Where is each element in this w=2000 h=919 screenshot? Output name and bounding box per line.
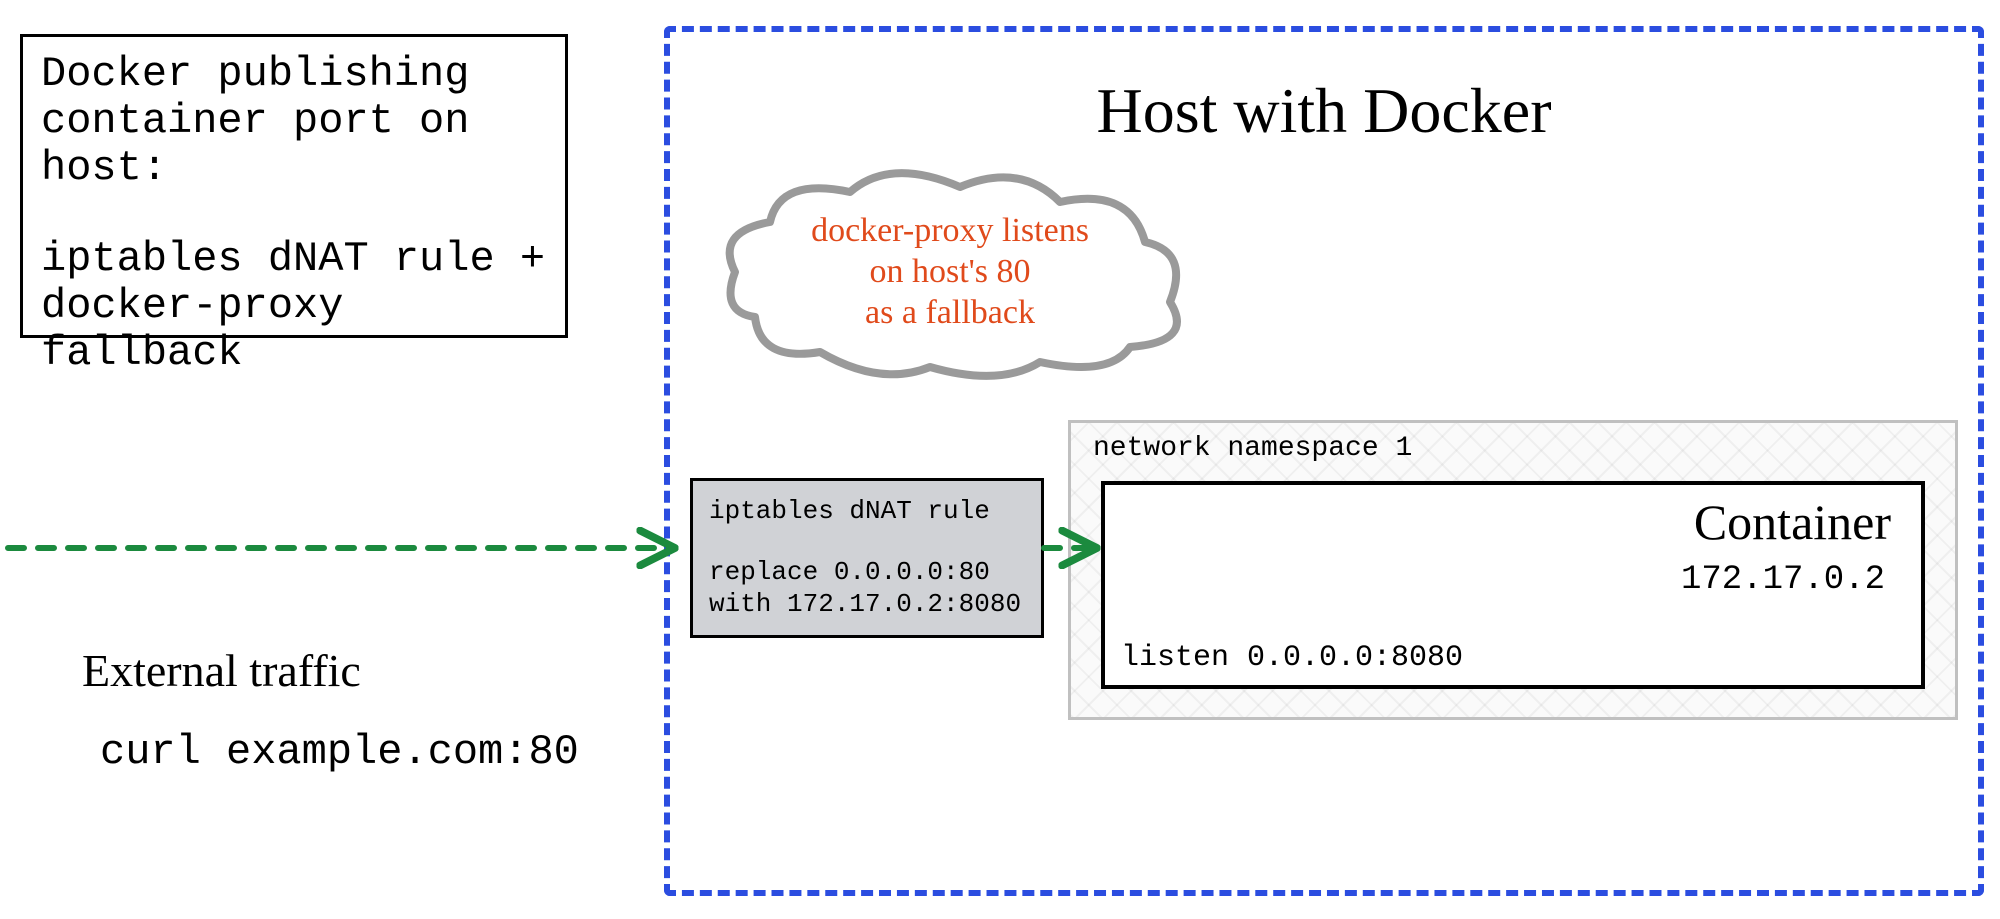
cloud-line-3: as a fallback xyxy=(811,292,1089,333)
container-listen: listen 0.0.0.0:8080 xyxy=(1121,641,1463,675)
title-line-1: Docker publishing xyxy=(41,51,547,98)
iptables-with: with 172.17.0.2:8080 xyxy=(709,588,1025,621)
title-line-3: host: xyxy=(41,145,547,192)
external-traffic-label: External traffic xyxy=(82,644,361,697)
container-box: Container 172.17.0.2 listen 0.0.0.0:8080 xyxy=(1101,481,1925,689)
iptables-box: iptables dNAT rule replace 0.0.0.0:80 wi… xyxy=(690,478,1044,638)
external-traffic-command: curl example.com:80 xyxy=(100,728,579,776)
iptables-heading: iptables dNAT rule xyxy=(709,495,1025,528)
cloud-line-2: on host's 80 xyxy=(811,252,1089,293)
cloud-text: docker-proxy listens on host's 80 as a f… xyxy=(811,211,1089,333)
iptables-replace: replace 0.0.0.0:80 xyxy=(709,556,1025,589)
container-ip: 172.17.0.2 xyxy=(1681,561,1885,599)
namespace-label: network namespace 1 xyxy=(1093,433,1412,464)
cloud-callout: docker-proxy listens on host's 80 as a f… xyxy=(700,162,1200,382)
host-box: Host with Docker docker-proxy listens on… xyxy=(664,26,1984,896)
title-line-2: container port on xyxy=(41,98,547,145)
container-title: Container xyxy=(1694,493,1891,551)
host-title: Host with Docker xyxy=(1096,74,1551,148)
title-line-4: iptables dNAT rule + xyxy=(41,236,547,283)
title-box: Docker publishing container port on host… xyxy=(20,34,568,338)
title-line-5: docker-proxy fallback xyxy=(41,283,547,377)
cloud-line-1: docker-proxy listens xyxy=(811,211,1089,252)
network-namespace-box: network namespace 1 Container 172.17.0.2… xyxy=(1068,420,1958,720)
